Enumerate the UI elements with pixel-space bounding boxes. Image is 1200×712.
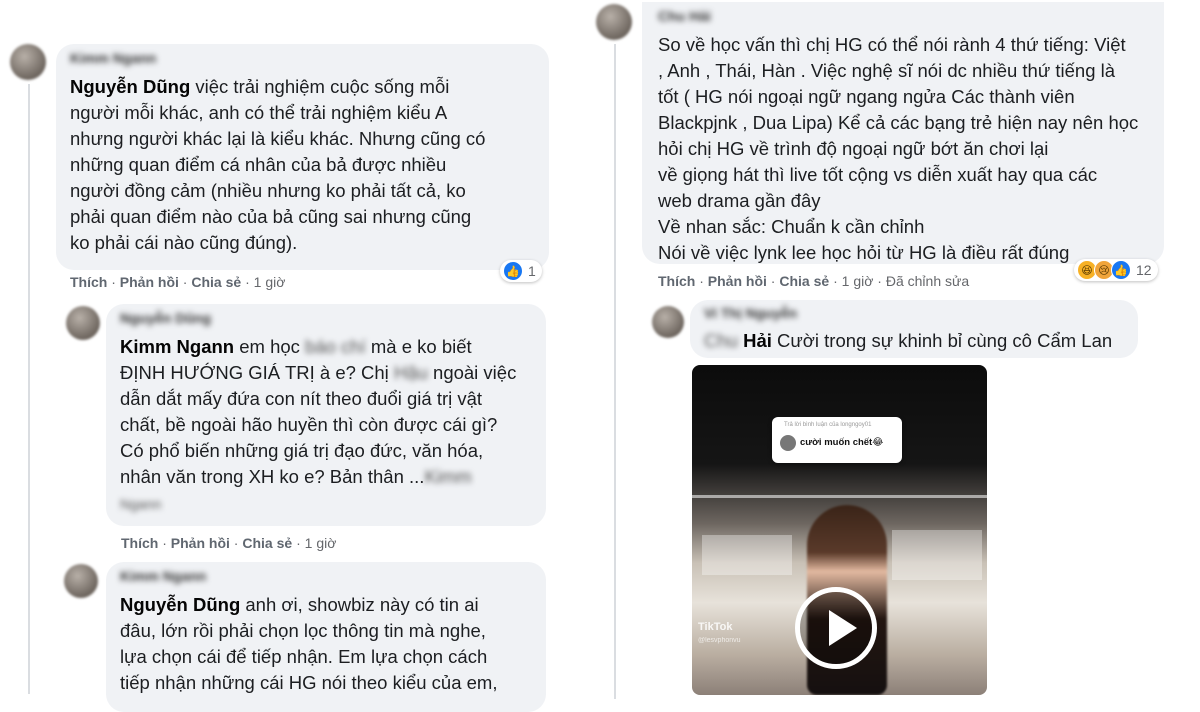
shelf	[892, 530, 982, 580]
reaction-summary[interactable]: 👍 1	[500, 260, 542, 282]
comment-bubble: Kimm Ngann Nguyễn Dũng việc trải nghiệm …	[56, 44, 549, 270]
like-link[interactable]: Thích	[121, 535, 158, 551]
tiktok-handle: @lesvphonvu	[698, 637, 741, 644]
comment-text: So về học vấn thì chị HG có thể nói rành…	[658, 34, 1139, 263]
mention-link[interactable]: Kimm Ngann	[120, 336, 234, 357]
comment-text: Nguyễn Dũng việc trải nghiệm cuộc sống m…	[70, 76, 486, 253]
thread-line	[614, 44, 616, 699]
play-button[interactable]	[795, 587, 877, 669]
tiktok-watermark: TikTok	[698, 621, 733, 633]
avatar[interactable]	[66, 306, 100, 340]
reply-link[interactable]: Phản hồi	[708, 273, 767, 289]
comment-author[interactable]: Vi Thị Nguyễn	[704, 305, 797, 321]
comment-text: Chu Hải Cười trong sự khinh bỉ cùng cô C…	[704, 330, 1113, 351]
avatar[interactable]	[596, 4, 632, 40]
mention-link[interactable]: Nguyễn Dũng	[70, 76, 190, 97]
comment-actions: Thích · Phản hồi · Chia sẻ · 1 giờ	[70, 274, 286, 290]
share-link[interactable]: Chia sẻ	[242, 535, 292, 551]
avatar[interactable]	[652, 306, 684, 338]
timestamp[interactable]: 1 giờ	[842, 273, 874, 289]
comment-bubble: Nguyễn Dũng Kimm Ngann em học báo chí mà…	[106, 304, 546, 526]
like-reaction-icon: 👍	[1111, 260, 1131, 280]
mention-link[interactable]: Hải	[743, 330, 772, 351]
comment-actions: Thích · Phản hồi · Chia sẻ · 1 giờ · Đã …	[658, 273, 970, 289]
reaction-count: 12	[1136, 262, 1152, 278]
comment-bubble: Chu Hải So về học vấn thì chị HG có thể …	[642, 2, 1164, 264]
edited-label[interactable]: Đã chỉnh sửa	[886, 273, 969, 289]
video-attachment[interactable]: Trả lời bình luận của longngoy01 cười mu…	[692, 365, 987, 695]
comment-actions: Thích · Phản hồi · Chia sẻ · 1 giờ	[121, 535, 337, 551]
like-link[interactable]: Thích	[70, 274, 107, 290]
comment-bubble: Vi Thị Nguyễn Chu Hải Cười trong sự khin…	[690, 300, 1138, 358]
reply-link[interactable]: Phản hồi	[171, 535, 230, 551]
comment-author[interactable]: Chu Hải	[658, 8, 711, 24]
reaction-summary[interactable]: 😆 😢 👍 12	[1074, 259, 1158, 281]
avatar[interactable]	[10, 44, 46, 80]
timestamp[interactable]: 1 giờ	[254, 274, 286, 290]
comment-author[interactable]: Kimm Ngann	[120, 568, 206, 584]
reaction-count: 1	[528, 263, 536, 279]
comment-author[interactable]: Kimm Ngann	[70, 50, 156, 66]
share-link[interactable]: Chia sẻ	[191, 274, 241, 290]
tiktok-reply-card: Trả lời bình luận của longngoy01 cười mu…	[772, 417, 902, 463]
timestamp[interactable]: 1 giờ	[305, 535, 337, 551]
mention-link[interactable]: Nguyễn Dũng	[120, 594, 240, 615]
avatar	[780, 435, 796, 451]
avatar[interactable]	[64, 564, 98, 598]
comment-text: Kimm Ngann em học báo chí mà e ko biết Đ…	[120, 336, 517, 512]
comment-text: Nguyễn Dũng anh ơi, showbiz này có tin a…	[120, 594, 498, 693]
like-reaction-icon: 👍	[503, 261, 523, 281]
thread-line	[28, 84, 30, 694]
shelf	[702, 535, 792, 575]
share-link[interactable]: Chia sẻ	[779, 273, 829, 289]
play-icon	[829, 610, 857, 646]
reply-link[interactable]: Phản hồi	[120, 274, 179, 290]
comment-author[interactable]: Nguyễn Dũng	[120, 310, 211, 326]
shelf	[692, 495, 987, 498]
like-link[interactable]: Thích	[658, 273, 695, 289]
comment-bubble: Kimm Ngann Nguyễn Dũng anh ơi, showbiz n…	[106, 562, 546, 712]
